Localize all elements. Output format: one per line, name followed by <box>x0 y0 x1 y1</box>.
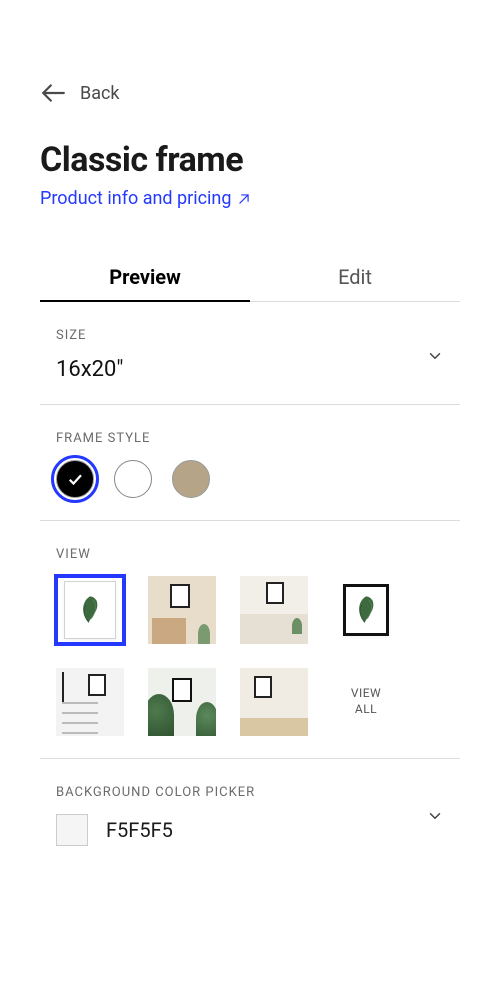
frame-style-black[interactable] <box>56 460 94 498</box>
view-section: View VIEWALL <box>40 521 460 759</box>
frame-style-white[interactable] <box>114 460 152 498</box>
tab-preview-label: Preview <box>109 265 181 289</box>
chevron-down-icon <box>426 807 444 825</box>
size-value: 16x20" <box>56 357 123 382</box>
view-thumb-product-black[interactable] <box>332 576 400 644</box>
page-title: Classic frame <box>40 140 460 180</box>
background-color-selector[interactable]: F5F5F5 <box>56 814 444 846</box>
view-thumb-room-shelf[interactable] <box>56 668 124 736</box>
background-color-label: Background color picker <box>56 785 444 800</box>
view-thumb-room-warm[interactable] <box>148 576 216 644</box>
size-selector[interactable]: 16x20" <box>56 357 444 382</box>
background-color-section: Background color picker F5F5F5 <box>40 759 460 868</box>
view-thumb-room-bed[interactable] <box>240 576 308 644</box>
back-label: Back <box>80 83 120 104</box>
view-thumb-room-plants[interactable] <box>148 668 216 736</box>
view-all-button[interactable]: VIEWALL <box>332 668 400 736</box>
tab-edit-label: Edit <box>338 265 372 289</box>
product-info-link[interactable]: Product info and pricing <box>40 188 251 209</box>
tab-edit[interactable]: Edit <box>250 253 460 301</box>
product-info-label: Product info and pricing <box>40 188 231 209</box>
view-label: View <box>56 547 444 562</box>
background-color-swatch <box>56 814 88 846</box>
size-section: Size 16x20" <box>40 302 460 405</box>
view-thumb-room-desk[interactable] <box>240 668 308 736</box>
frame-style-section: Frame style <box>40 405 460 521</box>
background-color-value: F5F5F5 <box>106 818 173 842</box>
tab-preview[interactable]: Preview <box>40 253 250 301</box>
size-label: Size <box>56 328 444 343</box>
frame-style-natural[interactable] <box>172 460 210 498</box>
frame-style-label: Frame style <box>56 431 444 446</box>
frame-style-swatches <box>56 460 444 498</box>
view-thumb-product-white[interactable] <box>56 576 124 644</box>
tabs: Preview Edit <box>40 253 460 302</box>
chevron-down-icon <box>426 347 444 365</box>
arrow-left-icon <box>40 80 66 106</box>
back-button[interactable]: Back <box>40 80 460 106</box>
view-grid: VIEWALL <box>56 576 444 736</box>
external-arrow-icon <box>237 192 251 206</box>
